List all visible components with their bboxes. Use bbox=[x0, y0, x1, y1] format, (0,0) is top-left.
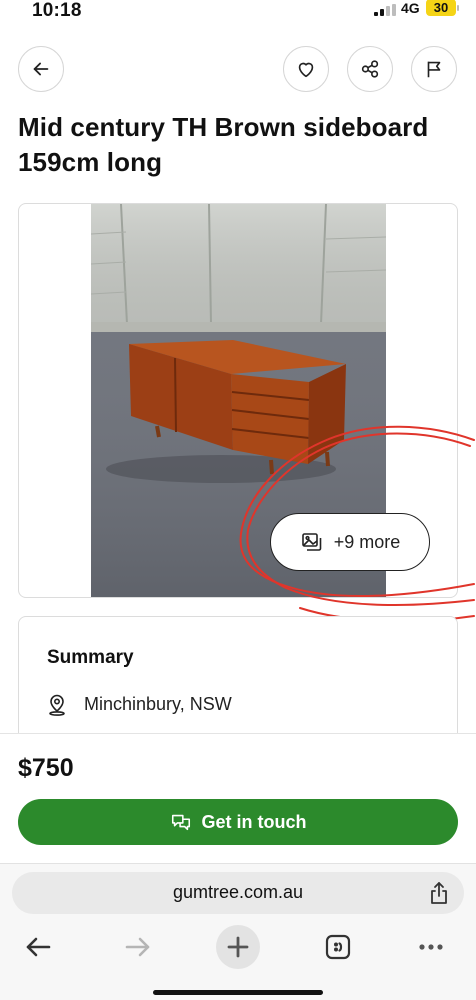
flag-icon bbox=[427, 61, 441, 78]
battery-tip bbox=[457, 5, 459, 11]
location-text: Minchinbury, NSW bbox=[84, 694, 232, 714]
favourite-button[interactable] bbox=[283, 46, 329, 92]
tabs-button[interactable] bbox=[321, 929, 355, 965]
tabs-icon bbox=[325, 934, 351, 960]
listing-title: Mid century TH Brown sideboard 159cm lon… bbox=[18, 112, 429, 177]
heart-icon bbox=[298, 62, 314, 78]
browser-more-button[interactable] bbox=[414, 929, 448, 965]
share-nodes-icon bbox=[361, 60, 379, 78]
home-indicator bbox=[153, 990, 323, 995]
status-time: 10:18 bbox=[32, 0, 82, 21]
browser-forward-button[interactable] bbox=[120, 929, 156, 965]
report-button[interactable] bbox=[411, 46, 457, 92]
url-text: gumtree.com.au bbox=[172, 882, 304, 902]
location-pin-icon bbox=[49, 694, 65, 716]
browser-toolbar: gumtree.com.au bbox=[0, 863, 476, 1000]
more-dots-icon bbox=[419, 944, 443, 950]
arrow-left-icon bbox=[33, 62, 49, 76]
battery-icon: 30 bbox=[426, 0, 456, 16]
get-in-touch-button[interactable]: Get in touch bbox=[18, 799, 458, 845]
price-action-bar: $750 Get in touch bbox=[0, 733, 476, 863]
network-type: 4G bbox=[401, 0, 420, 16]
url-bar[interactable]: gumtree.com.au bbox=[12, 872, 464, 914]
share-upload-icon[interactable] bbox=[428, 881, 450, 905]
status-bar: 10:18 4G 30 bbox=[0, 0, 476, 22]
photo-gallery[interactable]: +9 more bbox=[18, 203, 458, 598]
new-tab-button[interactable] bbox=[216, 925, 260, 969]
listing-price: $750 bbox=[18, 754, 74, 782]
get-in-touch-label: Get in touch bbox=[201, 811, 307, 832]
summary-heading: Summary bbox=[47, 647, 134, 668]
browser-back-button[interactable] bbox=[20, 929, 56, 965]
share-button[interactable] bbox=[347, 46, 393, 92]
forward-arrow-icon bbox=[125, 937, 150, 957]
back-arrow-icon bbox=[26, 937, 51, 957]
more-photos-button[interactable]: +9 more bbox=[270, 513, 430, 571]
signal-icon bbox=[374, 4, 396, 16]
back-button[interactable] bbox=[18, 46, 64, 92]
new-tab-plus-icon bbox=[227, 936, 249, 958]
chat-bubbles-icon bbox=[171, 814, 190, 831]
photo-stack-icon bbox=[301, 533, 322, 551]
more-photos-label: +9 more bbox=[333, 531, 401, 552]
